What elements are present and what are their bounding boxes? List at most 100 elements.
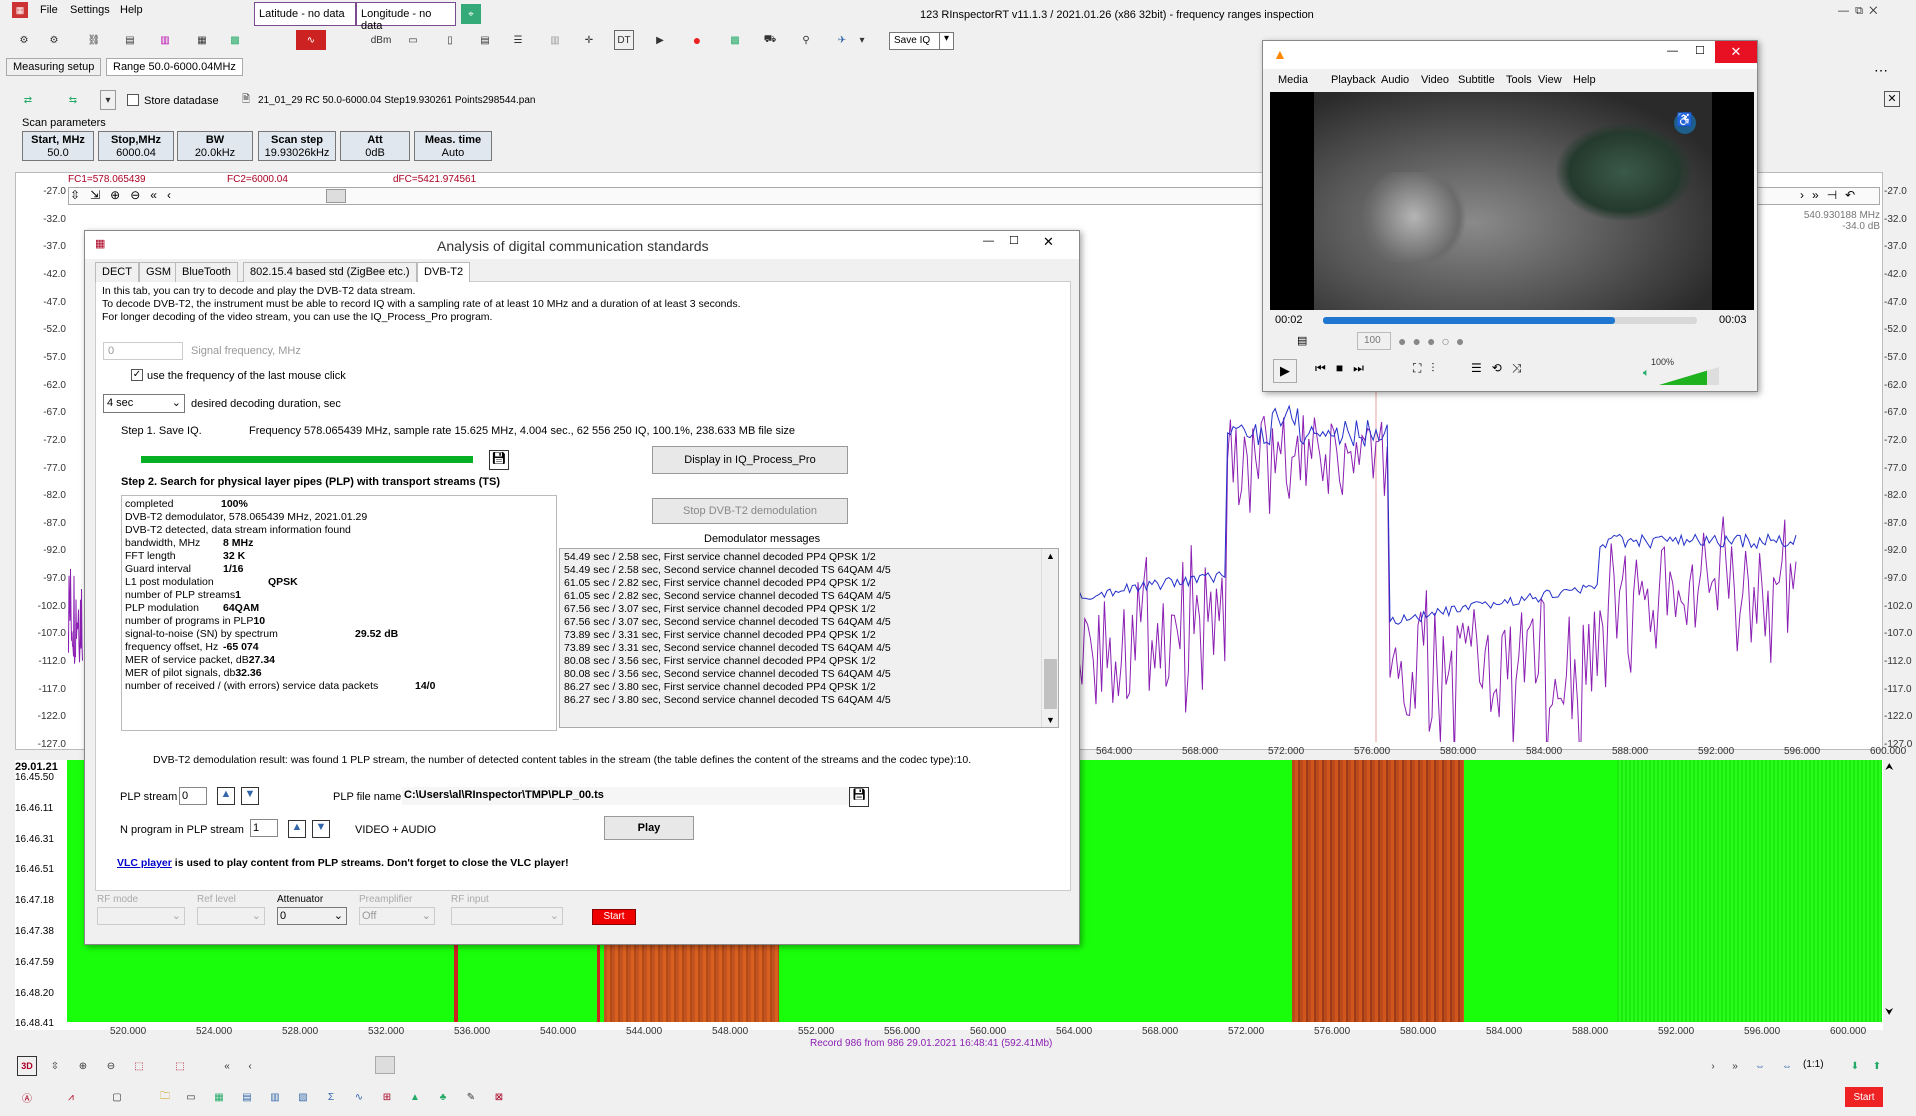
arrow-down-icon[interactable]: ⬇ (1845, 1056, 1865, 1076)
playlist-icon[interactable]: ☰ (1471, 361, 1492, 375)
scroll-thumb[interactable] (1044, 659, 1057, 709)
maximize-icon[interactable]: ☐ (1009, 234, 1019, 247)
snapshot-icon[interactable]: ▤ (1297, 335, 1309, 347)
scroll-up-icon[interactable]: ⮝ (1885, 762, 1894, 773)
shuffle-icon[interactable]: ⤨ (1512, 361, 1532, 375)
list-icon[interactable]: ☰ (508, 30, 528, 50)
scroll-down-icon[interactable]: ⮟ (1885, 1007, 1894, 1018)
search-settings-icon[interactable]: ⚲ (796, 30, 816, 50)
scan-button-0[interactable]: Start, MHz 50.0 (22, 131, 94, 161)
rf-input-select[interactable]: ⌄ (451, 907, 563, 925)
close-panel-icon[interactable]: ✕ (1884, 91, 1900, 107)
mode-c-icon[interactable]: ▢ (107, 1087, 127, 1107)
bars-icon[interactable]: ▦ (192, 30, 212, 50)
snapshot-dot-icon[interactable]: ● (1412, 333, 1426, 349)
n-program-input[interactable]: 1 (250, 819, 278, 837)
scan-button-4[interactable]: Att 0dB (340, 131, 410, 161)
step-dot-icon[interactable]: ● (1456, 333, 1470, 349)
tab-dvb-t2[interactable]: DVB-T2 (417, 262, 471, 282)
volume-icon[interactable]: 🔈︎ (1643, 367, 1650, 380)
store-database-checkbox[interactable] (127, 94, 139, 106)
tab-measuring-setup[interactable]: Measuring setup (6, 58, 102, 76)
attenuator-select[interactable]: 0 ⌄ (277, 907, 347, 925)
select-icon[interactable]: ⬚ (129, 1056, 149, 1076)
file-icon[interactable]: 🗎 (236, 90, 256, 110)
vlc-volume-slider[interactable] (1659, 367, 1719, 385)
scan-button-2[interactable]: BW 20.0kHz (177, 131, 253, 161)
folder-icon[interactable]: 🗀 (155, 1087, 175, 1107)
link-icon[interactable]: ⛓ (84, 30, 104, 50)
tag-icon[interactable]: ⊠ (489, 1087, 509, 1107)
display-in-iq-process-pro-button[interactable]: Display in IQ_Process_Pro (652, 446, 848, 474)
filter-icon[interactable]: ▧ (293, 1087, 313, 1107)
grid-icon[interactable]: ▦ (209, 1087, 229, 1107)
scan-button-5[interactable]: Meas. time Auto (414, 131, 492, 161)
preamplifier-select[interactable]: Off ⌄ (359, 907, 435, 925)
scan-button-1[interactable]: Stop,MHz 6000.04 (98, 131, 174, 161)
matrix-icon[interactable]: ▩ (725, 30, 745, 50)
zoom-in-icon[interactable]: ⊕ (73, 1056, 93, 1076)
fullscreen-icon[interactable]: ⛶ (1413, 361, 1431, 375)
record-dot-icon[interactable]: ● (1398, 333, 1412, 349)
device-icon[interactable]: ▤ (120, 30, 140, 50)
settings2-icon[interactable]: ⚙ (44, 30, 64, 50)
crosshair-icon[interactable]: ✛ (579, 30, 599, 50)
start-button-bottom[interactable]: Start (1845, 1087, 1883, 1107)
first-icon[interactable]: « (217, 1056, 237, 1076)
tool-b-icon[interactable]: ⇆ (58, 90, 88, 110)
dt-button[interactable]: DT (614, 30, 634, 50)
zoom-out-icon[interactable]: ⊖ (101, 1056, 121, 1076)
vlc-menu-playback[interactable]: Playback (1331, 74, 1376, 86)
save-iq-select[interactable]: Save IQ ▾ (889, 32, 954, 50)
close-icon[interactable]: ✕ (1715, 41, 1757, 63)
n-program-up-icon[interactable]: ▲ (288, 820, 306, 838)
record-icon[interactable]: ● (687, 30, 707, 50)
vlc-menu-view[interactable]: View (1538, 74, 1562, 86)
doc-icon[interactable]: ▭ (181, 1087, 201, 1107)
prev-icon[interactable]: ‹ (240, 1056, 260, 1076)
restore-icon[interactable]: ⧉ (1855, 5, 1863, 17)
plp-stream-input[interactable]: 0 (179, 787, 207, 805)
loop-dot-icon[interactable]: ● (1427, 333, 1441, 349)
edit-icon[interactable]: ✎ (461, 1087, 481, 1107)
measure-icon[interactable]: ⊞ (377, 1087, 397, 1107)
vlc-menu-audio[interactable]: Audio (1381, 74, 1409, 86)
minimize-icon[interactable]: — (983, 235, 994, 247)
next-icon[interactable]: › (1703, 1056, 1723, 1076)
stop-demodulation-button[interactable]: Stop DVB-T2 demodulation (652, 498, 848, 524)
fit-width-icon[interactable]: ⇔ (1750, 1056, 1770, 1076)
satellite-icon[interactable]: ✈ (832, 30, 852, 50)
fit-width2-icon[interactable]: ⇔ (1777, 1056, 1797, 1076)
frame-dot-icon[interactable]: ○ (1441, 333, 1455, 349)
plp-stream-down-icon[interactable]: ▼ (241, 787, 259, 805)
vlc-menu-video[interactable]: Video (1421, 74, 1449, 86)
layers-icon[interactable]: ▥ (265, 1087, 285, 1107)
fit-height-icon[interactable]: ⇳ (45, 1056, 65, 1076)
chevron-down-icon[interactable]: ▾ (100, 90, 116, 110)
scroll-down-icon[interactable]: ▼ (1046, 715, 1055, 725)
arrow-up-icon[interactable]: ⬆ (1867, 1056, 1887, 1076)
waveform-icon[interactable]: ∿ (296, 30, 326, 50)
more-icon[interactable]: ⋯ (1874, 62, 1888, 79)
stack-icon[interactable]: ▤ (475, 30, 495, 50)
equalizer-icon[interactable]: ⫶ (1431, 361, 1444, 375)
tab-802-15-4-based-std-zigbee-etc-[interactable]: 802.15.4 based std (ZigBee etc.) (243, 262, 417, 282)
tab-bluetooth[interactable]: BlueTooth (175, 262, 238, 282)
menu-settings[interactable]: Settings (70, 4, 110, 16)
vlc-seek-bar[interactable] (1323, 317, 1697, 324)
previous-icon[interactable]: ⏮ (1315, 361, 1336, 375)
vlc-menu-media[interactable]: Media (1278, 74, 1308, 86)
last-icon[interactable]: » (1725, 1056, 1745, 1076)
close-icon[interactable]: ✕ (1869, 5, 1877, 17)
table-icon[interactable]: ▭ (403, 30, 423, 50)
vlc-menu-tools[interactable]: Tools (1506, 74, 1532, 86)
mode-b-icon[interactable]: ⩘ (61, 1087, 81, 1107)
next-icon[interactable]: ⏭ (1353, 361, 1374, 375)
calc-icon[interactable]: ▤ (237, 1087, 257, 1107)
stats-icon[interactable]: ▲ (405, 1087, 425, 1107)
messages-scrollbar[interactable]: ▲ ▼ (1041, 549, 1058, 727)
menu-help[interactable]: Help (120, 4, 143, 16)
maximize-icon[interactable]: ☐ (1695, 44, 1705, 57)
menu-file[interactable]: File (40, 4, 58, 16)
start-button[interactable]: Start (592, 909, 636, 925)
